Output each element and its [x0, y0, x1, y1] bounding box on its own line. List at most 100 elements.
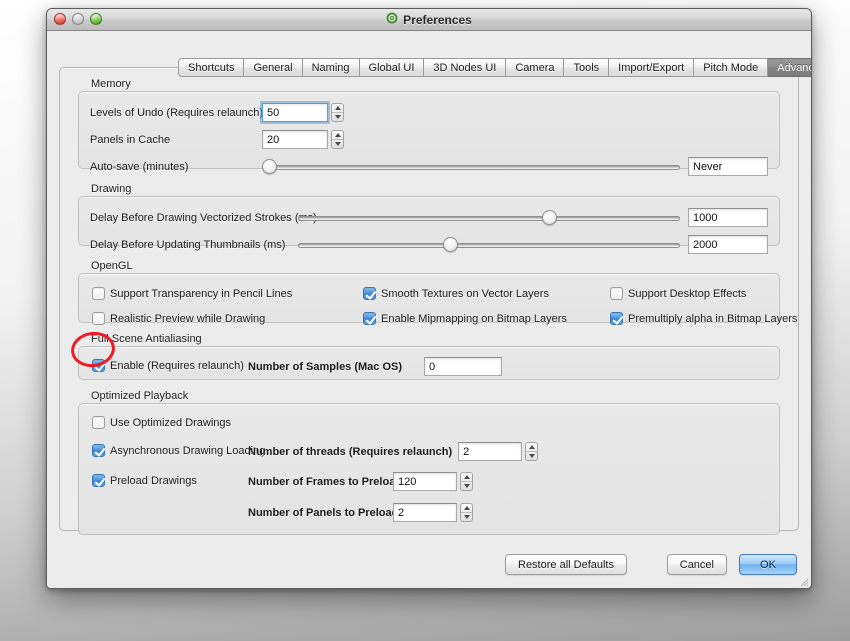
restore-all-defaults-button[interactable]: Restore all Defaults	[505, 554, 627, 575]
playback-group: Optimized Playback Use Optimized Drawing…	[78, 390, 780, 535]
slider-thumb[interactable]	[443, 236, 459, 252]
close-button[interactable]	[54, 13, 66, 25]
checkbox[interactable]	[363, 287, 376, 300]
playback-panels-stepper[interactable]	[460, 503, 473, 522]
tab-camera[interactable]: Camera	[506, 58, 565, 77]
updating-thumbnails-slider[interactable]	[298, 236, 680, 254]
stepper-up[interactable]	[332, 131, 343, 140]
advanced-tab-panel: Memory Levels of Undo (Requires relaunch…	[59, 67, 799, 535]
stepper-down[interactable]	[332, 113, 343, 121]
option-label: Support Desktop Effects	[628, 287, 747, 300]
tab-shortcuts[interactable]: Shortcuts	[178, 58, 245, 77]
stepper-down[interactable]	[461, 482, 472, 490]
tab-pitch-mode[interactable]: Pitch Mode	[694, 58, 769, 77]
tab-general[interactable]: General	[244, 58, 303, 77]
option-label: Enable Mipmapping on Bitmap Layers	[381, 312, 567, 325]
updating-thumbnails-value[interactable]: 2000	[688, 235, 768, 254]
stepper-down[interactable]	[461, 513, 472, 521]
auto-save-value[interactable]: Never	[688, 157, 768, 176]
tab-naming[interactable]: Naming	[302, 58, 360, 77]
auto-save-slider[interactable]	[262, 158, 680, 176]
opengl-group-title: OpenGL	[91, 260, 133, 272]
checkbox[interactable]	[92, 416, 105, 429]
dialog-buttons: Cancel OK	[666, 554, 797, 575]
slider-thumb[interactable]	[542, 209, 558, 225]
playback-panels-input[interactable]: 2	[393, 503, 457, 522]
panels-in-cache-label: Panels in Cache	[90, 133, 171, 146]
checkbox[interactable]	[610, 312, 623, 325]
vectorized-strokes-slider[interactable]	[298, 209, 680, 227]
playback-frames-row: Number of Frames to Preload 120	[248, 472, 473, 491]
playback-group-title: Optimized Playback	[91, 390, 189, 402]
slider-track	[298, 215, 680, 221]
opengl-option-mipmapping[interactable]: Enable Mipmapping on Bitmap Layers	[363, 312, 567, 325]
playback-threads-label: Number of threads (Requires relaunch)	[248, 445, 453, 458]
minimize-button[interactable]	[72, 13, 84, 25]
playback-threads-row: Number of threads (Requires relaunch) 2	[248, 442, 539, 461]
preferences-window: Preferences Shortcuts General Naming Glo…	[46, 8, 812, 589]
auto-save-row: Auto-save (minutes) Never	[90, 157, 768, 176]
playback-preload-drawings-option[interactable]: Preload Drawings	[92, 474, 197, 487]
window-body: Shortcuts General Naming Global UI 3D No…	[47, 31, 811, 588]
levels-of-undo-stepper[interactable]	[331, 103, 344, 122]
opengl-option-desktop-effects[interactable]: Support Desktop Effects	[610, 287, 746, 300]
antialiasing-enable-option[interactable]: Enable (Requires relaunch)	[92, 359, 244, 372]
opengl-option-premultiply-alpha[interactable]: Premultiply alpha in Bitmap Layers	[610, 312, 797, 325]
levels-of-undo-input[interactable]: 50	[262, 103, 328, 122]
opengl-option-smooth-textures[interactable]: Smooth Textures on Vector Layers	[363, 287, 549, 300]
playback-frames-label: Number of Frames to Preload	[248, 475, 403, 488]
slider-thumb[interactable]	[262, 158, 277, 174]
window-title: Preferences	[403, 13, 472, 27]
tab-advanced[interactable]: Advanced	[768, 58, 811, 77]
playback-threads-stepper[interactable]	[525, 442, 539, 461]
tab-global-ui[interactable]: Global UI	[359, 58, 425, 77]
window-controls	[54, 13, 102, 25]
stepper-down[interactable]	[332, 140, 343, 148]
stepper-up[interactable]	[461, 473, 472, 482]
checkbox[interactable]	[92, 287, 105, 300]
antialiasing-group: Full Scene Antialiasing Enable (Requires…	[78, 333, 780, 380]
target-icon	[386, 11, 398, 29]
stepper-up[interactable]	[526, 443, 538, 452]
cancel-button[interactable]: Cancel	[666, 554, 727, 575]
zoom-button[interactable]	[90, 13, 102, 25]
opengl-group: OpenGL Support Transparency in Pencil Li…	[78, 260, 797, 325]
updating-thumbnails-label: Delay Before Updating Thumbnails (ms)	[90, 238, 286, 251]
playback-panels-label: Number of Panels to Preload	[248, 506, 399, 519]
playback-async-loading-option[interactable]: Asynchronous Drawing Loading	[92, 444, 265, 457]
opengl-option-realistic-preview[interactable]: Realistic Preview while Drawing	[92, 312, 265, 325]
resize-grip[interactable]	[797, 575, 809, 587]
checkbox[interactable]	[92, 312, 105, 325]
checkbox[interactable]	[363, 312, 376, 325]
stepper-up[interactable]	[332, 104, 343, 113]
opengl-option-support-transparency[interactable]: Support Transparency in Pencil Lines	[92, 287, 292, 300]
tab-3d-nodes-ui[interactable]: 3D Nodes UI	[424, 58, 507, 77]
playback-use-optimized-option[interactable]: Use Optimized Drawings	[92, 416, 231, 429]
option-label: Smooth Textures on Vector Layers	[381, 287, 549, 300]
panels-in-cache-row: Panels in Cache 20	[90, 130, 344, 149]
tab-import-export[interactable]: Import/Export	[609, 58, 695, 77]
stepper-down[interactable]	[526, 452, 537, 460]
checkbox[interactable]	[92, 474, 105, 487]
playback-frames-input[interactable]: 120	[393, 472, 457, 491]
playback-frames-stepper[interactable]	[460, 472, 473, 491]
panels-in-cache-input[interactable]: 20	[262, 130, 328, 149]
antialiasing-enable-label: Enable (Requires relaunch)	[110, 359, 244, 372]
antialiasing-samples-input[interactable]: 0	[424, 357, 503, 376]
tab-tools[interactable]: Tools	[564, 58, 610, 77]
vectorized-strokes-label: Delay Before Drawing Vectorized Strokes …	[90, 211, 317, 224]
checkbox[interactable]	[610, 287, 623, 300]
stepper-up[interactable]	[461, 504, 472, 513]
option-label: Use Optimized Drawings	[110, 416, 232, 429]
ok-button[interactable]: OK	[739, 554, 797, 575]
playback-threads-input[interactable]: 2	[458, 442, 523, 461]
checkbox[interactable]	[92, 444, 105, 457]
option-label: Realistic Preview while Drawing	[110, 312, 266, 325]
vectorized-strokes-value[interactable]: 1000	[688, 208, 768, 227]
option-label: Asynchronous Drawing Loading	[110, 444, 266, 457]
slider-track	[262, 164, 680, 170]
window-titlebar[interactable]: Preferences	[47, 9, 811, 31]
preferences-tab-bar[interactable]: Shortcuts General Naming Global UI 3D No…	[178, 58, 811, 77]
checkbox[interactable]	[92, 359, 105, 372]
panels-in-cache-stepper[interactable]	[331, 130, 344, 149]
